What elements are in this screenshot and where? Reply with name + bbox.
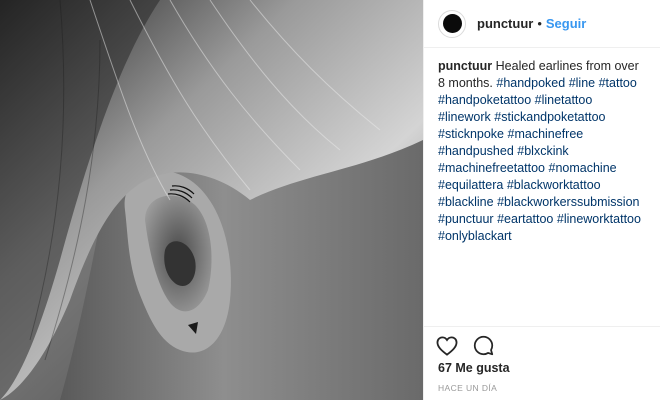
post-actions: 67 Me gusta HACE UN DÍA — [424, 326, 660, 393]
caption-username[interactable]: punctuur — [438, 59, 492, 73]
action-icons — [424, 327, 660, 357]
hashtag-link[interactable]: #handpushed — [438, 144, 514, 158]
profile-avatar[interactable] — [438, 9, 466, 38]
post-caption: punctuur Healed earlines from over 8 mon… — [424, 48, 660, 245]
heart-icon — [436, 335, 458, 356]
hashtag-link[interactable]: #line — [569, 76, 595, 90]
hashtag-link[interactable]: #eartattoo — [497, 212, 553, 226]
post-timestamp[interactable]: HACE UN DÍA — [424, 375, 660, 393]
hashtag-link[interactable]: #lineworktattoo — [557, 212, 641, 226]
hashtag-link[interactable]: #stickandpoketattoo — [494, 110, 605, 124]
hashtag-link[interactable]: #machinefree — [508, 127, 584, 141]
hashtag-link[interactable]: #equilattera — [438, 178, 503, 192]
hashtag-link[interactable]: #linetattoo — [535, 93, 593, 107]
hashtag-link[interactable]: #handpoked — [496, 76, 565, 90]
follow-button[interactable]: Seguir — [546, 16, 586, 31]
hashtag-link[interactable]: #blackworkerssubmission — [497, 195, 639, 209]
ear-photo-image — [0, 0, 423, 400]
hashtag-link[interactable]: #sticknpoke — [438, 127, 504, 141]
header-separator: • — [537, 16, 542, 31]
post-side-panel: punctuur • Seguir punctuur Healed earlin… — [423, 0, 660, 400]
hashtag-link[interactable]: #handpoketattoo — [438, 93, 531, 107]
comment-button[interactable] — [471, 334, 495, 358]
post-header: punctuur • Seguir — [424, 0, 660, 48]
instagram-post: punctuur • Seguir punctuur Healed earlin… — [0, 0, 660, 400]
hashtag-link[interactable]: #blackline — [438, 195, 494, 209]
post-photo[interactable] — [0, 0, 423, 400]
hashtag-link[interactable]: #blackworktattoo — [507, 178, 601, 192]
likes-count[interactable]: 67 Me gusta — [424, 357, 660, 375]
hashtag-link[interactable]: #punctuur — [438, 212, 494, 226]
author-username[interactable]: punctuur — [477, 16, 533, 31]
hashtag-link[interactable]: #machinefreetattoo — [438, 161, 545, 175]
avatar-image — [442, 14, 462, 33]
hashtag-link[interactable]: #onlyblackart — [438, 229, 512, 243]
hashtag-link[interactable]: #tattoo — [599, 76, 637, 90]
hashtag-link[interactable]: #blxckink — [517, 144, 568, 158]
hashtag-link[interactable]: #linework — [438, 110, 491, 124]
hashtag-link[interactable]: #nomachine — [549, 161, 617, 175]
comment-icon — [473, 335, 493, 356]
caption-hashtags: #handpoked #line #tattoo #handpoketattoo… — [438, 76, 641, 243]
like-button[interactable] — [435, 334, 459, 358]
